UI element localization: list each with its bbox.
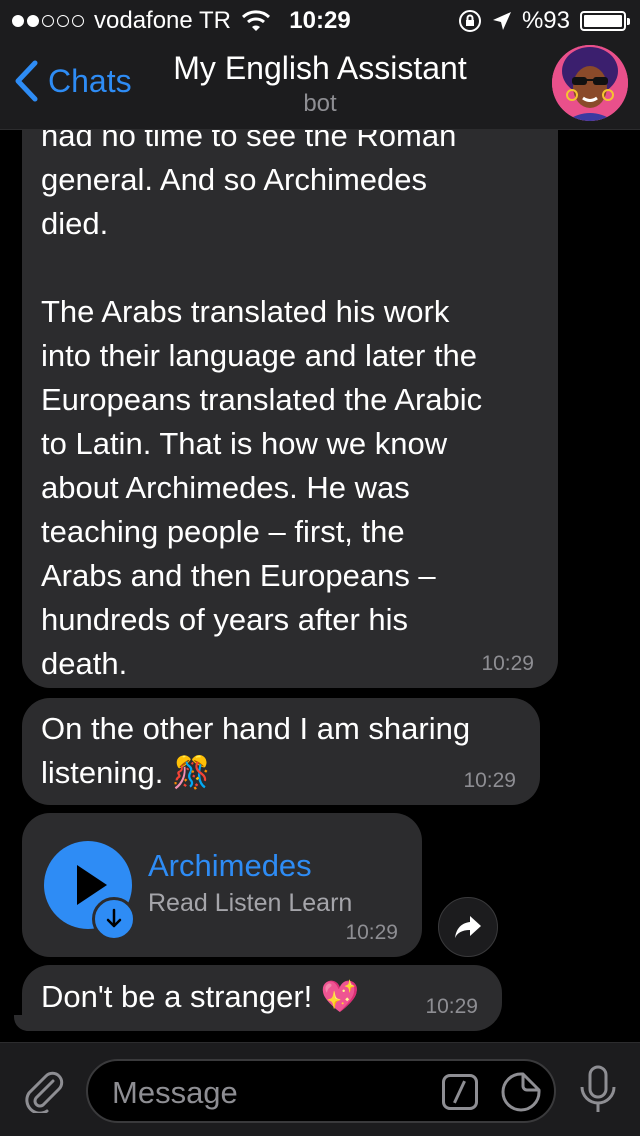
forward-icon <box>455 916 481 938</box>
message-line: Don't be a stranger! <box>41 979 313 1014</box>
message-timestamp: 10:29 <box>481 652 534 675</box>
voice-record-button[interactable] <box>578 1065 618 1120</box>
sticker-icon <box>501 1072 541 1112</box>
sparkling-heart-emoji: 💖 <box>320 979 360 1014</box>
bot-avatar[interactable] <box>552 45 628 121</box>
navigation-bar: Chats My English Assistant bot <box>0 40 640 130</box>
message-line: listening. <box>41 755 164 790</box>
confetti-emoji: 🎊 <box>171 755 211 790</box>
attach-button[interactable] <box>20 1067 66 1118</box>
message-field[interactable] <box>86 1059 556 1123</box>
chat-title[interactable]: My English Assistant <box>0 50 640 87</box>
status-bar-right: %93 <box>458 7 630 35</box>
message-timestamp: 10:29 <box>463 769 516 792</box>
status-bar: vodafone TR 10:29 %93 <box>0 0 640 40</box>
message-input[interactable] <box>112 1073 432 1113</box>
battery-icon <box>580 11 630 31</box>
chat-history[interactable]: had no time to see the Roman general. An… <box>0 130 640 1040</box>
message-line: into their language and later the <box>41 338 478 373</box>
avatar-illustration-icon <box>552 45 628 121</box>
battery-percent: %93 <box>521 7 570 34</box>
message-line: The Arabs translated his work <box>41 294 450 329</box>
message-line: On the other hand I am sharing <box>41 711 471 746</box>
message-line: had no time to see the Roman <box>41 130 457 153</box>
message-bubble[interactable]: had no time to see the Roman general. An… <box>22 130 558 688</box>
message-line: Europeans translated the Arabic <box>41 382 483 417</box>
sticker-button[interactable] <box>500 1071 542 1118</box>
message-line: Arabs and then Europeans – <box>41 558 436 593</box>
audio-performer: Read Listen Learn <box>148 889 353 917</box>
message-line: general. And so Archimedes <box>41 162 428 197</box>
message-line: hundreds of years after his <box>41 602 409 637</box>
message-timestamp: 10:29 <box>345 921 398 944</box>
chat-subtitle: bot <box>303 90 337 117</box>
message-text: had no time to see the Roman general. An… <box>41 130 534 686</box>
message-line: teaching people – first, the <box>41 514 405 549</box>
microphone-icon <box>580 1065 616 1112</box>
bot-command-icon[interactable] <box>442 1074 478 1110</box>
location-arrow-icon <box>492 12 511 30</box>
message-line: death. <box>41 646 128 681</box>
lock-rotation-icon <box>458 10 481 32</box>
message-line: died. <box>41 206 109 241</box>
paperclip-icon <box>25 1071 64 1115</box>
audio-message-bubble[interactable]: Archimedes Read Listen Learn 10:29 <box>22 813 422 957</box>
download-icon <box>106 908 122 928</box>
forward-button[interactable] <box>438 897 498 957</box>
message-bubble[interactable]: On the other hand I am sharing listening… <box>22 698 540 805</box>
download-button[interactable] <box>92 897 136 941</box>
message-bubble[interactable]: Don't be a stranger! 💖 10:29 <box>14 965 502 1031</box>
message-line: about Archimedes. He was <box>41 470 410 505</box>
message-line-with-emoji: listening. 🎊 <box>41 751 520 795</box>
message-line <box>41 246 534 290</box>
audio-title: Archimedes <box>148 848 312 883</box>
message-timestamp: 10:29 <box>425 995 478 1018</box>
message-line: to Latin. That is how we know <box>41 426 448 461</box>
message-input-bar <box>0 1042 640 1136</box>
